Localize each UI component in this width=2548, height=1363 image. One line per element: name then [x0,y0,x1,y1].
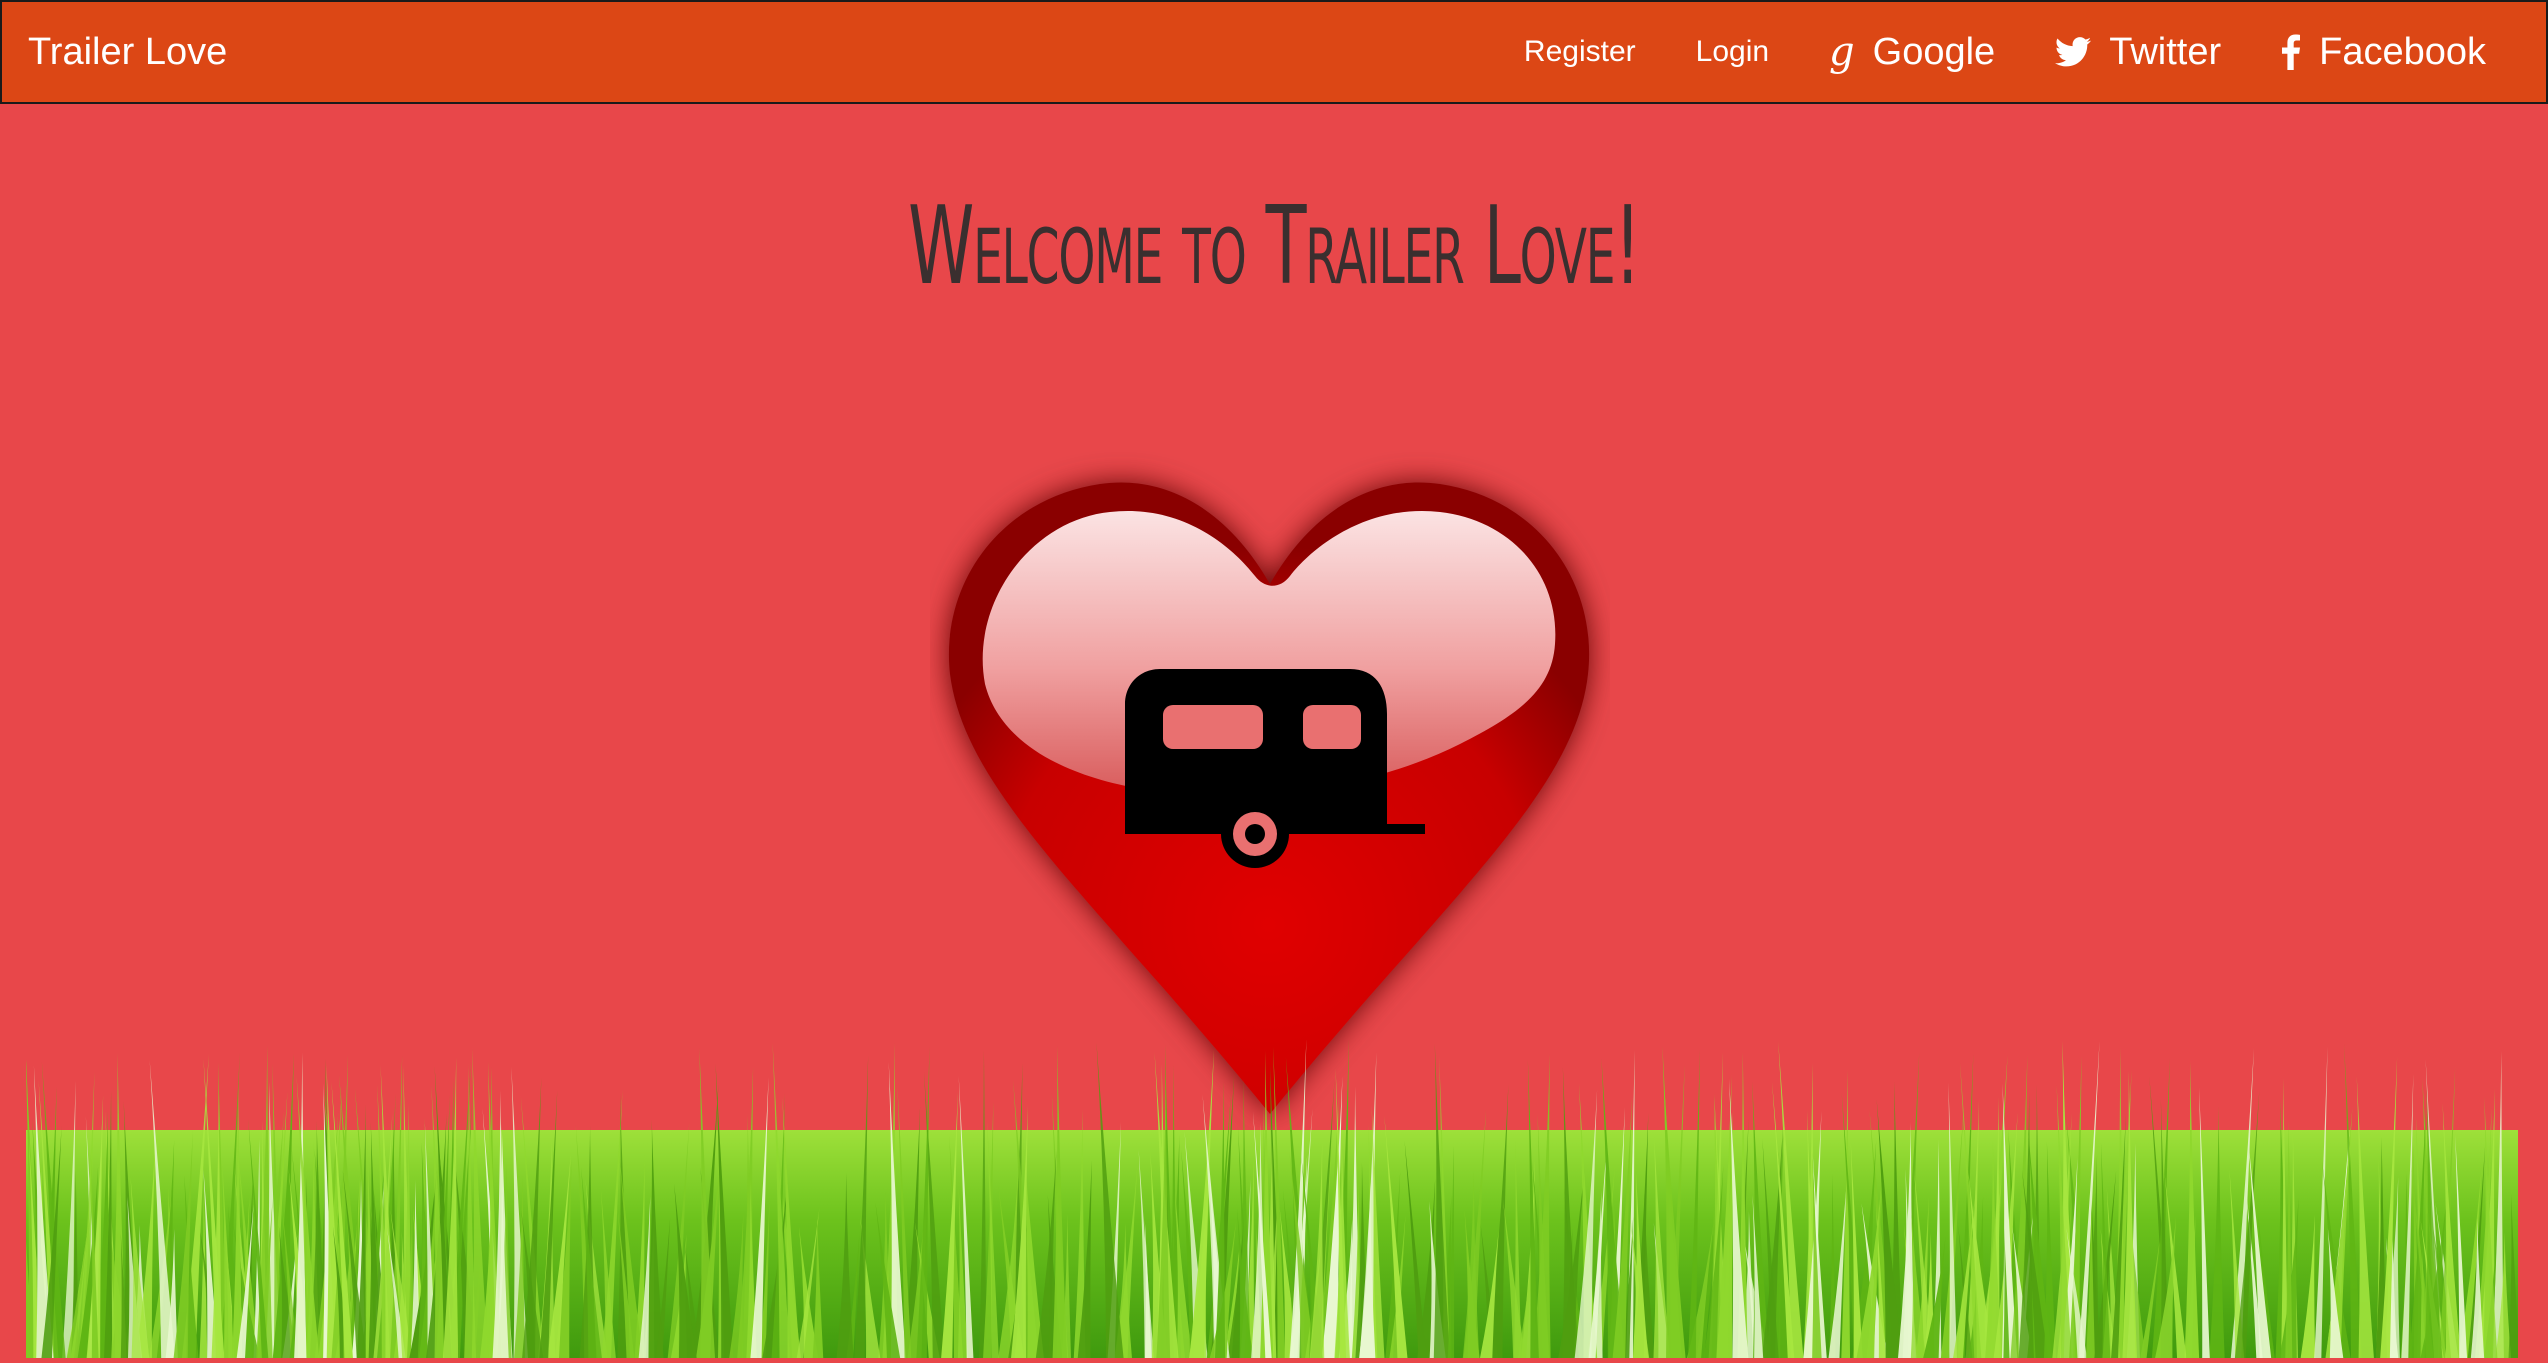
facebook-icon [2281,34,2301,70]
google-icon: g [1829,29,1855,75]
twitter-login-link[interactable]: Twitter [2055,31,2221,74]
brand-link[interactable]: Trailer Love [28,31,227,74]
google-login-link[interactable]: g Google [1829,31,1995,74]
nav-links: Register Login g Google Twitter Facebook [1464,31,2486,74]
login-link[interactable]: Login [1696,35,1769,69]
register-link[interactable]: Register [1524,35,1636,69]
welcome-title: Welcome to Trailer Love! [908,184,1641,309]
twitter-icon [2055,37,2092,67]
heart-trailer-logo [930,344,1610,1144]
grass-image [6,1038,2520,1358]
main-content: Welcome to Trailer Love! [0,104,2548,1358]
facebook-login-link[interactable]: Facebook [2281,31,2486,74]
facebook-label: Facebook [2319,30,2486,73]
twitter-label: Twitter [2109,30,2222,73]
navbar: Trailer Love Register Login g Google Twi… [0,0,2548,104]
google-label: Google [1872,30,1996,73]
